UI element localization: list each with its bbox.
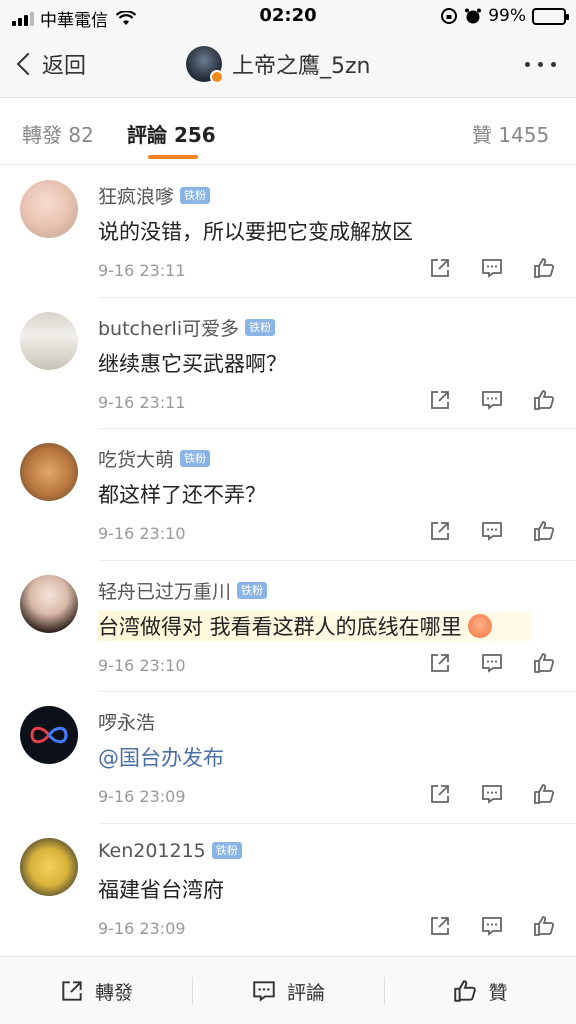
battery-percent: 99%: [488, 6, 526, 26]
like-label: 贊: [488, 981, 508, 1004]
status-bar: 中華電信 02:20 99%: [0, 0, 576, 34]
username[interactable]: 吃货大萌: [98, 445, 174, 472]
comment-item: 轻舟已过万重川 铁粉 台湾做得对 我看看这群人的底线在哪里 9-16 23:10: [0, 561, 576, 692]
username[interactable]: 啰永浩: [98, 708, 155, 735]
comment-text: 继续惠它买武器啊？: [98, 351, 287, 376]
username[interactable]: 狂疯浪嗲: [98, 182, 174, 209]
comment-icon[interactable]: [480, 388, 504, 412]
avatar[interactable]: [20, 180, 78, 238]
nav-title-text: 上帝之鷹_5zn: [232, 54, 371, 79]
fan-badge: 铁粉: [237, 581, 268, 599]
tab-likes[interactable]: 贊 1455: [472, 119, 549, 148]
like-button[interactable]: 贊: [384, 957, 576, 1024]
comment-item: Ken201215 铁粉 福建省台湾府 9-16 23:09: [0, 824, 576, 956]
like-icon[interactable]: [532, 256, 556, 280]
comment-time: 9-16 23:11: [98, 392, 186, 412]
share-icon: [62, 981, 82, 1001]
share-icon[interactable]: [428, 519, 452, 543]
like-icon: [454, 980, 477, 1002]
share-icon[interactable]: [428, 388, 452, 412]
share-icon[interactable]: [428, 782, 452, 806]
emoji-icon: [467, 613, 492, 638]
nav-bar: 返回 上帝之鷹_5zn: [0, 34, 576, 98]
like-icon[interactable]: [532, 914, 556, 938]
fan-badge: 铁粉: [180, 450, 211, 467]
comment-icon[interactable]: [480, 914, 504, 938]
bottom-toolbar: 轉發 評論 贊: [0, 956, 576, 1024]
battery-icon: [532, 7, 569, 25]
comment-icon[interactable]: [480, 782, 504, 806]
comment-text: 福建省台湾府: [98, 877, 224, 902]
comment-time: 9-16 23:09: [98, 918, 186, 938]
username[interactable]: Ken201215: [98, 840, 206, 862]
like-icon[interactable]: [532, 519, 556, 543]
comment-text: 都这样了还不弄？: [98, 483, 266, 507]
comment-item: 狂疯浪嗲 铁粉 说的没错，所以要把它变成解放区 9-16 23:11: [0, 166, 576, 298]
fan-badge: 铁粉: [245, 318, 276, 336]
comment-item: 啰永浩 @国台办发布 9-16 23:09: [0, 692, 576, 824]
like-icon[interactable]: [532, 388, 556, 412]
avatar: [186, 46, 224, 84]
comment-text-content: 台湾做得对 我看看这群人的底线在哪里: [98, 614, 462, 639]
infinity-logo-icon: [30, 726, 68, 744]
alarm-icon: [465, 8, 482, 24]
avatar[interactable]: [20, 837, 78, 896]
like-icon[interactable]: [532, 782, 556, 806]
username[interactable]: 轻舟已过万重川: [98, 577, 231, 604]
comment-icon[interactable]: [480, 256, 504, 280]
comment-label: 評論: [286, 981, 325, 1004]
comment-time: 9-16 23:09: [98, 787, 186, 806]
back-label: 返回: [42, 54, 87, 79]
mention-link[interactable]: @国台办发布: [98, 742, 224, 772]
status-right: 99%: [440, 6, 569, 26]
comment-text: 台湾做得对 我看看这群人的底线在哪里: [98, 610, 532, 641]
comment-text: 说的没错，所以要把它变成解放区: [98, 220, 413, 244]
avatar[interactable]: [20, 443, 78, 501]
username[interactable]: butcherli可爱多: [98, 314, 239, 341]
comment-time: 9-16 23:10: [98, 655, 186, 675]
comment-item: 吃货大萌 铁粉 都这样了还不弄？ 9-16 23:10: [0, 429, 576, 561]
repost-label: 轉發: [94, 981, 133, 1004]
comment-icon: [253, 981, 275, 1002]
chevron-left-icon: [16, 52, 40, 76]
comment-time: 9-16 23:10: [98, 524, 186, 543]
comment-time: 9-16 23:11: [98, 261, 186, 280]
tab-bar: 轉發 82 評論 256 贊 1455: [0, 99, 576, 165]
share-icon[interactable]: [428, 256, 452, 280]
comment-icon[interactable]: [480, 651, 504, 675]
comment-item: butcherli可爱多 铁粉 继续惠它买武器啊？ 9-16 23:11: [0, 298, 576, 429]
more-options-icon[interactable]: [525, 62, 556, 67]
tab-comments[interactable]: 評論 256: [127, 119, 216, 148]
avatar[interactable]: [20, 706, 78, 764]
comment-button[interactable]: 評論: [192, 957, 384, 1024]
avatar[interactable]: [20, 574, 78, 633]
tab-reposts[interactable]: 轉發 82: [22, 119, 94, 148]
comment-list: 狂疯浪嗲 铁粉 说的没错，所以要把它变成解放区 9-16 23:11 butch…: [0, 166, 576, 955]
back-button[interactable]: 返回: [14, 48, 86, 80]
tab-indicator: [148, 155, 198, 159]
share-icon[interactable]: [428, 651, 452, 675]
comment-icon[interactable]: [480, 519, 504, 543]
nav-title[interactable]: 上帝之鷹_5zn: [186, 46, 371, 84]
repost-button[interactable]: 轉發: [0, 957, 192, 1024]
rotation-lock-icon: [441, 8, 458, 24]
fan-badge: 铁粉: [180, 187, 211, 204]
fan-badge: 铁粉: [211, 842, 242, 859]
share-icon[interactable]: [428, 914, 452, 938]
avatar[interactable]: [20, 311, 78, 370]
verified-badge-icon: [210, 70, 224, 84]
like-icon[interactable]: [532, 651, 556, 675]
